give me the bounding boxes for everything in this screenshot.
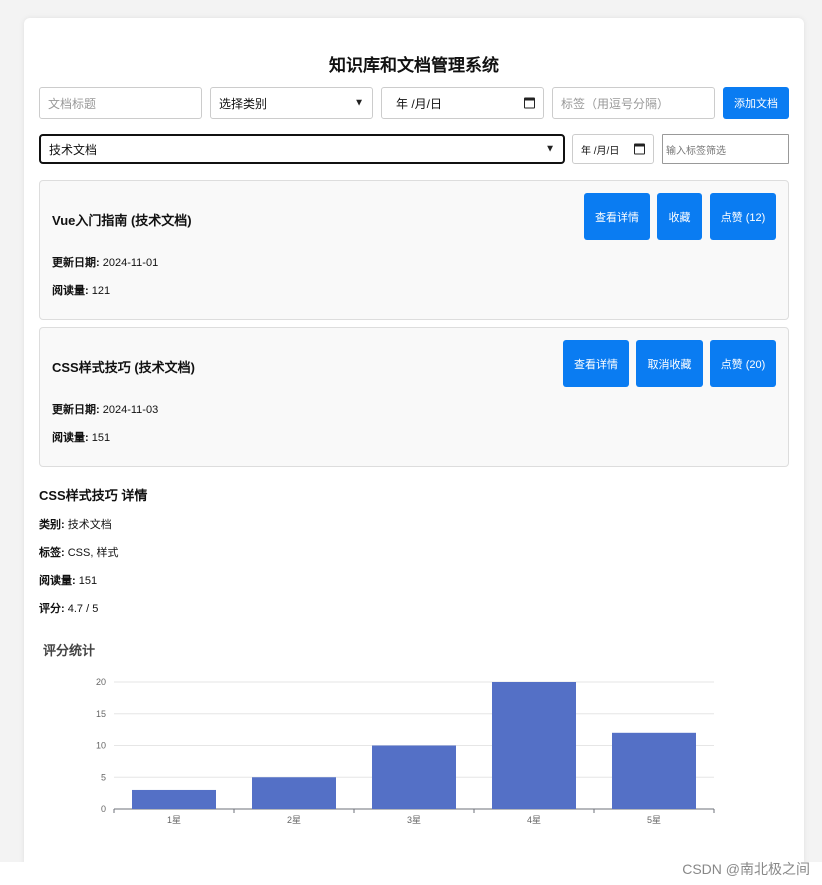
detail-title: CSS样式技巧 详情 xyxy=(39,488,148,503)
updated-label: 更新日期: xyxy=(52,257,100,269)
views-label: 阅读量: xyxy=(52,285,89,297)
x-tick-label: 2星 xyxy=(287,815,301,825)
detail-category-label: 类别: xyxy=(39,519,65,531)
x-tick-label: 4星 xyxy=(527,815,541,825)
updated-date: 2024-11-03 xyxy=(102,404,159,416)
bar-1-star xyxy=(132,789,216,809)
chevron-down-icon: ▼ xyxy=(354,97,364,109)
x-tick-label: 3星 xyxy=(407,815,421,825)
views-count: 151 xyxy=(91,432,111,444)
detail-category-line: 类别: 技术文档 xyxy=(39,516,112,532)
doc-date-input[interactable]: 年 /月/日 xyxy=(381,87,544,119)
x-tick-label: 1星 xyxy=(167,815,181,825)
y-tick-label: 15 xyxy=(96,709,106,719)
detail-views: 151 xyxy=(78,575,98,587)
updated-date-line: 更新日期: 2024-11-03 xyxy=(52,401,158,417)
detail-tags-label: 标签: xyxy=(39,547,65,559)
tags-input[interactable]: 标签（用逗号分隔） xyxy=(552,87,715,119)
like-button[interactable]: 点赞 (20) xyxy=(710,340,776,387)
y-tick-label: 5 xyxy=(101,772,106,782)
date-filter-input[interactable]: 年 /月/日 xyxy=(572,134,654,164)
views-count: 121 xyxy=(91,285,111,297)
bar-4-star xyxy=(492,682,576,809)
detail-rating-label: 评分: xyxy=(39,603,65,615)
tag-filter-placeholder: 输入标签筛选 xyxy=(666,145,726,157)
page-title: 知识库和文档管理系统 xyxy=(329,56,499,75)
detail-views-label: 阅读量: xyxy=(39,575,76,587)
views-line: 阅读量: 151 xyxy=(52,429,110,445)
detail-rating: 4.7 / 5 xyxy=(67,603,99,615)
y-tick-label: 20 xyxy=(96,677,106,687)
category-filter-select[interactable]: 技术文档 ▼ xyxy=(39,134,565,164)
detail-rating-line: 评分: 4.7 / 5 xyxy=(39,600,98,616)
view-details-button[interactable]: 查看详情 xyxy=(584,193,650,240)
favorite-button[interactable]: 收藏 xyxy=(657,193,702,240)
document-title: CSS样式技巧 (技术文档) xyxy=(52,360,196,375)
rating-bar-chart: 0 5 10 15 20 1星 2星 3星 4星 5星 xyxy=(96,677,715,825)
calendar-icon[interactable] xyxy=(634,143,645,155)
doc-title-placeholder: 文档标题 xyxy=(48,96,97,111)
category-select[interactable]: 选择类别 ▼ xyxy=(210,87,373,119)
doc-title-input[interactable]: 文档标题 xyxy=(39,87,202,119)
add-document-button[interactable]: 添加文档 xyxy=(723,87,789,119)
bar-3-star xyxy=(372,745,456,809)
views-label: 阅读量: xyxy=(52,432,89,444)
doc-date-placeholder: 年 /月/日 xyxy=(396,96,443,111)
updated-date-line: 更新日期: 2024-11-01 xyxy=(52,254,158,270)
view-details-button[interactable]: 查看详情 xyxy=(563,340,629,387)
document-card: CSS样式技巧 (技术文档) 查看详情 取消收藏 点赞 (20) 更新日期: 2… xyxy=(39,327,789,467)
y-tick-label: 10 xyxy=(96,741,106,751)
document-card: Vue入门指南 (技术文档) 查看详情 收藏 点赞 (12) 更新日期: 202… xyxy=(39,180,789,320)
unfavorite-button[interactable]: 取消收藏 xyxy=(636,340,703,387)
detail-category: 技术文档 xyxy=(67,519,112,531)
rating-stats-title: 评分统计 xyxy=(43,643,96,658)
y-tick-label: 0 xyxy=(101,804,106,814)
detail-tags-line: 标签: CSS, 样式 xyxy=(39,544,118,560)
app-container: 知识库和文档管理系统 文档标题 选择类别 ▼ 年 /月/日 标签（用逗号分隔） … xyxy=(24,18,804,868)
x-tick-label: 5星 xyxy=(647,815,661,825)
document-title: Vue入门指南 (技术文档) xyxy=(52,213,192,228)
updated-label: 更新日期: xyxy=(52,404,100,416)
detail-tags: CSS, 样式 xyxy=(67,547,119,559)
category-select-value: 选择类别 xyxy=(219,96,268,111)
bar-5-star xyxy=(612,732,696,809)
watermark: CSDN @南北极之间 xyxy=(682,861,810,877)
tags-placeholder: 标签（用逗号分隔） xyxy=(561,96,670,111)
category-filter-value: 技术文档 xyxy=(49,142,98,157)
like-button[interactable]: 点赞 (12) xyxy=(710,193,776,240)
detail-views-line: 阅读量: 151 xyxy=(39,572,97,588)
date-filter-placeholder: 年 /月/日 xyxy=(581,145,620,157)
views-line: 阅读量: 121 xyxy=(52,282,110,298)
chevron-down-icon: ▼ xyxy=(545,143,555,155)
updated-date: 2024-11-01 xyxy=(102,257,159,269)
bar-2-star xyxy=(252,777,336,809)
calendar-icon[interactable] xyxy=(524,97,535,109)
tag-filter-input[interactable]: 输入标签筛选 xyxy=(662,134,789,164)
